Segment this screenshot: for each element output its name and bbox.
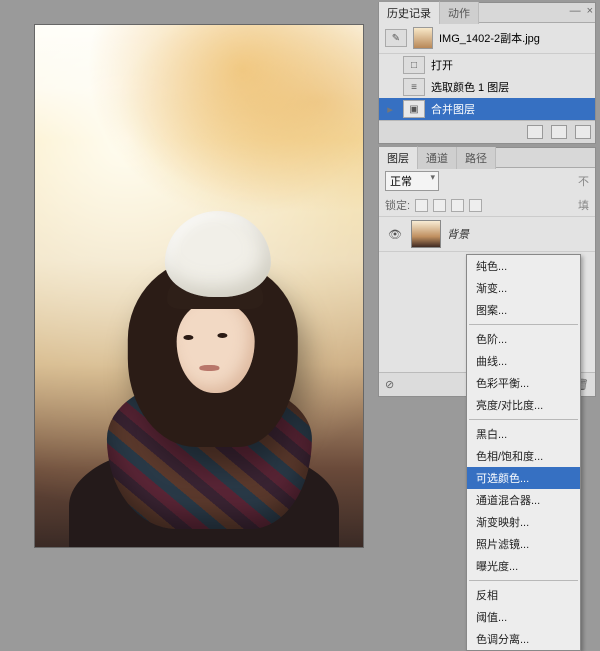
tab-layers[interactable]: 图层 bbox=[379, 146, 418, 169]
history-step-label: 合并图层 bbox=[431, 101, 475, 117]
minimize-icon[interactable]: — bbox=[570, 5, 581, 17]
history-step-icon: □ bbox=[403, 56, 425, 74]
blend-mode-select[interactable]: 正常 bbox=[385, 171, 439, 191]
history-item[interactable]: ▸▣合并图层 bbox=[379, 98, 595, 120]
tab-actions[interactable]: 动作 bbox=[440, 2, 479, 24]
link-icon[interactable]: ⊘ bbox=[385, 378, 394, 391]
adjustment-layer-menu: 纯色...渐变...图案... 色阶...曲线...色彩平衡...亮度/对比度..… bbox=[466, 254, 581, 651]
history-step-icon: ≡ bbox=[403, 78, 425, 96]
menu-item[interactable]: 色相/饱和度... bbox=[467, 445, 580, 467]
new-snapshot-icon[interactable] bbox=[527, 125, 543, 139]
menu-item[interactable]: 图案... bbox=[467, 299, 580, 321]
menu-item[interactable]: 黑白... bbox=[467, 423, 580, 445]
history-toolbar bbox=[379, 120, 595, 143]
lock-image-icon[interactable] bbox=[433, 199, 446, 212]
layer-row[interactable]: 👁 背景 bbox=[379, 216, 595, 252]
menu-item[interactable]: 渐变映射... bbox=[467, 511, 580, 533]
opacity-label: 不 bbox=[578, 173, 589, 189]
tab-paths[interactable]: 路径 bbox=[457, 147, 496, 169]
history-step-icon: ▣ bbox=[403, 100, 425, 118]
menu-item[interactable]: 色调分离... bbox=[467, 628, 580, 650]
lock-all-icon[interactable] bbox=[469, 199, 482, 212]
menu-item[interactable]: 亮度/对比度... bbox=[467, 394, 580, 416]
tab-history[interactable]: 历史记录 bbox=[379, 1, 440, 24]
brush-icon: ✎ bbox=[385, 29, 407, 47]
history-panel: 历史记录 动作 — × ✎ IMG_1402-2副本.jpg □ 打开 ≡ 选取颜色 1… bbox=[378, 2, 596, 144]
file-thumbnail bbox=[413, 27, 433, 49]
tab-channels[interactable]: 通道 bbox=[418, 147, 457, 169]
lock-label: 锁定: bbox=[385, 197, 410, 213]
layer-thumbnail bbox=[411, 220, 441, 248]
new-document-icon[interactable] bbox=[551, 125, 567, 139]
menu-item[interactable]: 色彩平衡... bbox=[467, 372, 580, 394]
menu-item[interactable]: 反相 bbox=[467, 584, 580, 606]
fill-label: 填 bbox=[578, 197, 589, 213]
lock-position-icon[interactable] bbox=[451, 199, 464, 212]
menu-item[interactable]: 曝光度... bbox=[467, 555, 580, 577]
menu-item[interactable]: 纯色... bbox=[467, 255, 580, 277]
menu-item[interactable]: 色阶... bbox=[467, 328, 580, 350]
trash-icon[interactable] bbox=[575, 125, 591, 139]
menu-item[interactable]: 曲线... bbox=[467, 350, 580, 372]
menu-item[interactable]: 照片滤镜... bbox=[467, 533, 580, 555]
file-name: IMG_1402-2副本.jpg bbox=[439, 30, 540, 46]
menu-item[interactable]: 渐变... bbox=[467, 277, 580, 299]
history-step-label: 打开 bbox=[431, 57, 453, 73]
layer-name[interactable]: 背景 bbox=[447, 226, 469, 242]
menu-item[interactable]: 阈值... bbox=[467, 606, 580, 628]
history-step-label: 选取颜色 1 图层 bbox=[431, 79, 509, 95]
lock-transparent-icon[interactable] bbox=[415, 199, 428, 212]
close-icon[interactable]: × bbox=[587, 5, 593, 17]
photo-content bbox=[35, 25, 363, 547]
history-item[interactable]: ≡ 选取颜色 1 图层 bbox=[379, 76, 595, 98]
visibility-icon[interactable]: 👁 bbox=[385, 225, 405, 243]
history-source[interactable]: ✎ IMG_1402-2副本.jpg bbox=[379, 23, 595, 54]
document-canvas[interactable] bbox=[34, 24, 364, 548]
history-item[interactable]: □ 打开 bbox=[379, 54, 595, 76]
menu-item[interactable]: 通道混合器... bbox=[467, 489, 580, 511]
menu-item[interactable]: 可选颜色... bbox=[467, 467, 580, 489]
